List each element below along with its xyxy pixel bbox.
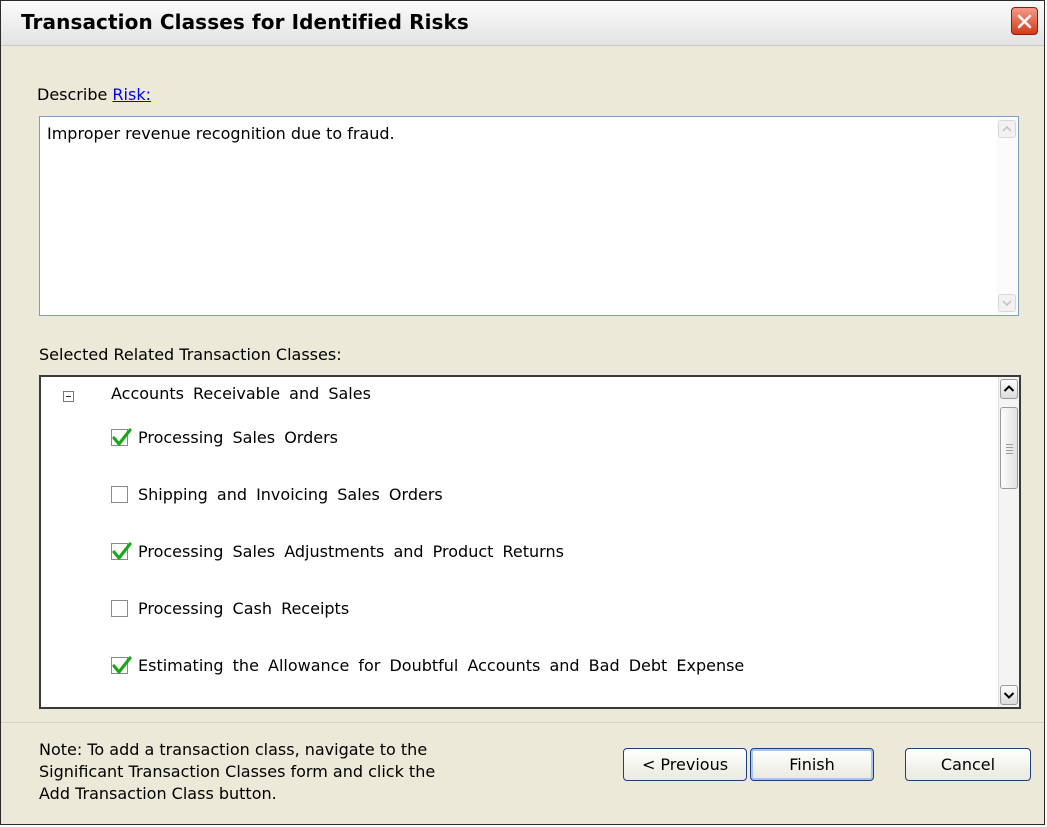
checkbox-processing-sales-orders[interactable] (111, 428, 132, 446)
tree-scroll-down-button[interactable] (1000, 685, 1018, 705)
chevron-down-icon (1002, 300, 1012, 307)
tree-label: Selected Related Transaction Classes: (39, 345, 342, 364)
note-line: Significant Transaction Classes form and… (39, 762, 436, 781)
chevron-up-icon (1002, 125, 1012, 132)
describe-label: Describe (37, 85, 108, 104)
window-title: Transaction Classes for Identified Risks (21, 10, 469, 34)
checkmark-icon (112, 428, 132, 446)
tree-scroll-thumb[interactable] (1000, 407, 1018, 489)
risk-link[interactable]: Risk: (112, 85, 151, 104)
textarea-scroll-down-button[interactable] (998, 294, 1016, 312)
tree-scroll-up-button[interactable] (1000, 379, 1018, 399)
thumb-grip (1006, 453, 1013, 454)
tree-group-label: Accounts Receivable and Sales (111, 384, 371, 403)
checkmark-icon (112, 656, 132, 674)
checkmark-icon (112, 542, 132, 560)
risk-description-textarea[interactable]: Improper revenue recognition due to frau… (39, 116, 1019, 316)
footer-divider (1, 722, 1044, 723)
thumb-grip (1006, 450, 1013, 451)
tree-scrollbar[interactable] (998, 377, 1019, 707)
close-icon (1017, 14, 1032, 29)
tree-item-label: Processing Cash Receipts (138, 599, 350, 618)
note-line: Add Transaction Class button. (39, 784, 277, 803)
thumb-grip (1006, 444, 1013, 445)
note-line: Note: To add a transaction class, naviga… (39, 740, 428, 759)
describe-label-row: Describe Risk: (37, 85, 151, 104)
finish-button[interactable]: Finish (750, 748, 874, 781)
checkbox-allowance-doubtful-accounts[interactable] (111, 656, 132, 674)
textarea-scroll-up-button[interactable] (998, 120, 1016, 138)
transaction-class-tree[interactable]: Accounts Receivable and Sales Processing… (39, 375, 1021, 709)
checkbox-sales-adjustments[interactable] (111, 542, 132, 560)
collapse-icon[interactable] (63, 391, 74, 402)
tree-item-label: Estimating the Allowance for Doubtful Ac… (138, 656, 745, 675)
cancel-button[interactable]: Cancel (905, 748, 1031, 781)
tree-item-label: Shipping and Invoicing Sales Orders (138, 485, 443, 504)
note-text: Note: To add a transaction class, naviga… (39, 739, 559, 805)
tree-item-label: Processing Sales Orders (138, 428, 338, 447)
thumb-grip (1006, 447, 1013, 448)
title-bar: Transaction Classes for Identified Risks (1, 1, 1044, 46)
tree-item-label: Processing Sales Adjustments and Product… (138, 542, 564, 561)
checkbox-cash-receipts[interactable] (111, 600, 128, 617)
risk-description-text: Improper revenue recognition due to frau… (47, 124, 395, 143)
close-button[interactable] (1011, 7, 1038, 35)
checkbox-shipping-invoicing[interactable] (111, 486, 128, 503)
dialog: Transaction Classes for Identified Risks… (0, 0, 1045, 825)
textarea-scrollbar[interactable] (997, 118, 1017, 314)
chevron-down-icon (1003, 692, 1015, 699)
previous-button[interactable]: < Previous (623, 748, 747, 781)
chevron-up-icon (1003, 385, 1015, 392)
